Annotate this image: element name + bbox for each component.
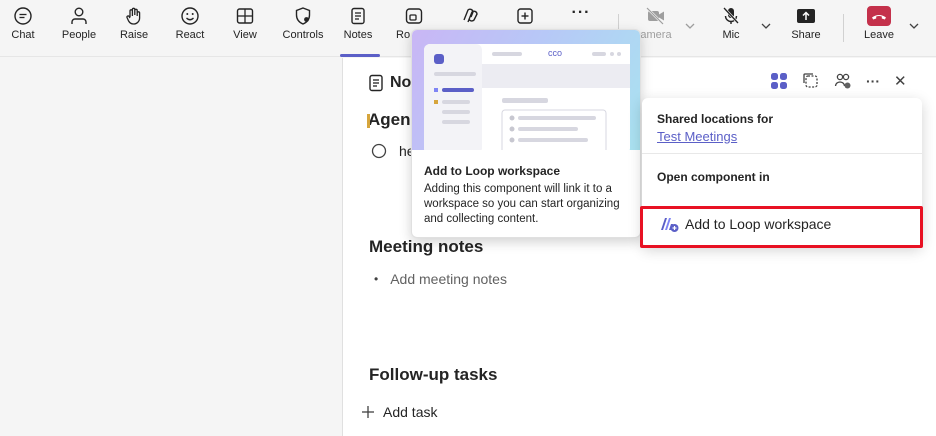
more-icon[interactable]: ··· bbox=[866, 73, 880, 89]
people-label: People bbox=[61, 29, 97, 41]
raise-label: Raise bbox=[119, 29, 149, 41]
controls-button[interactable]: Controls bbox=[275, 6, 331, 41]
meeting-notes-placeholder: Add meeting notes bbox=[390, 271, 507, 287]
people-button[interactable]: People bbox=[51, 6, 107, 41]
meeting-stage bbox=[0, 58, 343, 436]
copy-component-icon[interactable] bbox=[802, 72, 820, 90]
notes-label: Notes bbox=[343, 29, 373, 41]
add-task-button[interactable]: Add task bbox=[361, 404, 437, 420]
rooms-icon bbox=[405, 8, 423, 24]
mic-button[interactable]: Mic bbox=[703, 6, 759, 41]
tooltip-art-brand: cco bbox=[548, 48, 563, 58]
leave-label: Leave bbox=[864, 29, 894, 41]
mic-options-chevron-icon[interactable] bbox=[760, 20, 772, 32]
raise-hand-icon bbox=[126, 7, 141, 25]
notes-button[interactable]: Notes bbox=[330, 6, 386, 41]
highlight-annotation-box bbox=[640, 206, 923, 248]
react-icon bbox=[181, 7, 199, 25]
people-icon bbox=[71, 7, 87, 24]
agenda-title-text: Agen bbox=[368, 110, 411, 129]
tooltip-heading: Add to Loop workspace bbox=[424, 164, 561, 178]
add-app-button[interactable] bbox=[497, 6, 553, 26]
agenda-title: Agen bbox=[368, 110, 411, 130]
chat-label: Chat bbox=[11, 29, 35, 41]
mic-label: Mic bbox=[722, 29, 740, 41]
raise-hand-button[interactable]: Raise bbox=[106, 6, 162, 41]
leave-options-chevron-icon[interactable] bbox=[908, 20, 920, 32]
plus-icon bbox=[362, 406, 374, 418]
view-grid-icon bbox=[236, 8, 254, 24]
loop-workspace-tooltip: cco Add to Loop workspace Adding this co… bbox=[411, 29, 641, 238]
controls-label: Controls bbox=[282, 29, 324, 41]
notes-header-actions: ··· ✕ bbox=[770, 72, 907, 90]
view-label: View bbox=[233, 29, 257, 41]
shared-locations-label: Shared locations for bbox=[657, 112, 774, 126]
text-cursor-icon bbox=[367, 114, 370, 128]
notes-icon bbox=[351, 7, 365, 25]
react-button[interactable]: React bbox=[162, 6, 218, 41]
leave-phone-icon bbox=[867, 6, 891, 26]
meeting-notes-title: Meeting notes bbox=[369, 237, 484, 256]
agenda-item[interactable]: he bbox=[371, 143, 415, 159]
bullet-dot: • bbox=[374, 272, 379, 286]
chat-button[interactable]: Chat bbox=[0, 6, 51, 41]
camera-options-chevron-icon[interactable] bbox=[684, 20, 696, 32]
loop-components-icon[interactable] bbox=[770, 72, 788, 90]
more-options-button[interactable]: ··· bbox=[553, 4, 609, 22]
agenda-checkbox-icon[interactable] bbox=[371, 143, 387, 159]
notes-active-indicator bbox=[340, 54, 380, 57]
leave-button[interactable]: Leave bbox=[851, 6, 907, 41]
notes-icon bbox=[369, 74, 383, 92]
notes-title: No bbox=[390, 74, 412, 91]
test-meetings-link[interactable]: Test Meetings bbox=[657, 129, 737, 144]
close-icon[interactable]: ✕ bbox=[894, 72, 907, 90]
loop-apps-button[interactable] bbox=[442, 6, 498, 26]
tooltip-body: Adding this component will link it to a … bbox=[424, 183, 620, 225]
add-task-label: Add task bbox=[383, 404, 438, 420]
more-icon: ··· bbox=[571, 4, 591, 21]
share-button[interactable]: Share bbox=[778, 6, 834, 41]
share-label: Share bbox=[791, 29, 821, 41]
open-component-in-label: Open component in bbox=[657, 170, 770, 184]
mic-off-icon bbox=[723, 7, 739, 24]
tooltip-illustration: cco bbox=[412, 30, 640, 155]
react-label: React bbox=[175, 29, 205, 41]
controls-shield-icon bbox=[295, 7, 311, 25]
toolbar-separator bbox=[843, 14, 844, 42]
menu-divider bbox=[642, 153, 922, 154]
chat-icon bbox=[14, 7, 32, 25]
shared-people-icon[interactable] bbox=[834, 72, 852, 90]
add-app-icon bbox=[517, 8, 533, 24]
share-icon bbox=[797, 9, 815, 23]
loop-workspace-illustration bbox=[424, 44, 630, 155]
loop-apps-icon bbox=[463, 8, 478, 23]
view-button[interactable]: View bbox=[217, 6, 273, 41]
notes-header: No bbox=[368, 72, 411, 94]
camera-off-icon bbox=[646, 7, 664, 25]
followup-title: Follow-up tasks bbox=[369, 365, 498, 384]
meeting-notes-item[interactable]: • Add meeting notes bbox=[374, 271, 507, 287]
